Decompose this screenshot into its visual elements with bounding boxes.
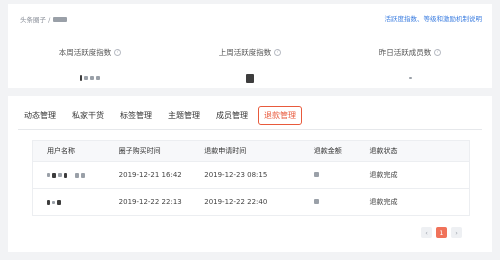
redacted-circle-name (53, 16, 68, 22)
prev-page-button[interactable]: ‹ (421, 227, 432, 238)
stat-value-redacted (170, 73, 330, 83)
stat-label: 昨日活跃成员数 (378, 48, 432, 57)
refund-amount-redacted (304, 198, 370, 206)
tab-topic-management[interactable]: 主题管理 (162, 106, 206, 125)
breadcrumb-label: 头条圈子 / (20, 16, 51, 24)
current-page-button[interactable]: 1 (436, 227, 447, 238)
refund-table: 用户名称 圈子购买时间 退款申请时间 退款金额 退款状态 2019-12-21 … (32, 140, 470, 216)
breadcrumb: 头条圈子 / (20, 14, 68, 24)
column-header-purchase-time: 圈子购买时间 (118, 147, 161, 155)
table-row: 2019-12-21 16:42 2019-12-23 08:15 退款完成 (33, 161, 469, 188)
stats-card: 头条圈子 / 活跃度指数、等级和激励机制说明 本周活跃度指数 ? 上周活跃度指数… (8, 4, 492, 88)
tabs-divider (18, 129, 482, 130)
table-header: 用户名称 圈子购买时间 退款申请时间 退款金额 退款状态 (33, 141, 469, 161)
tab-premium-content[interactable]: 私家干货 (66, 106, 110, 125)
table-row: 2019-12-22 22:13 2019-12-22 22:40 退款完成 (33, 188, 469, 215)
purchase-time: 2019-12-21 16:42 (118, 171, 182, 179)
purchase-time: 2019-12-22 22:13 (118, 198, 182, 206)
help-icon[interactable]: ? (114, 49, 122, 56)
help-icon[interactable]: ? (434, 49, 442, 56)
column-header-refund-amount: 退款金额 (313, 147, 342, 155)
refund-time: 2019-12-22 22:40 (204, 198, 268, 206)
stat-value-redacted (10, 73, 170, 83)
stat-value-redacted (330, 73, 490, 83)
column-header-refund-status: 退款状态 (369, 147, 398, 155)
stat-last-week-activity: 上周活跃度指数 ? (170, 40, 330, 83)
refund-amount-redacted (304, 171, 370, 179)
activity-help-link[interactable]: 活跃度指数、等级和激励机制说明 (385, 13, 483, 23)
management-card: 动态管理 私家干货 标签管理 主题管理 成员管理 退款管理 用户名称 圈子购买时… (8, 96, 492, 252)
stat-yesterday-active-members: 昨日活跃成员数 ? (330, 40, 490, 83)
tab-tag-management[interactable]: 标签管理 (114, 106, 158, 125)
column-header-username: 用户名称 (47, 147, 75, 155)
refund-status: 退款完成 (369, 198, 398, 206)
next-page-button[interactable]: › (451, 227, 462, 238)
pagination: ‹ 1 › (421, 227, 462, 238)
stat-label: 上周活跃度指数 (218, 48, 272, 57)
username-redacted (33, 199, 119, 205)
username-redacted (33, 172, 119, 178)
tab-refund-management[interactable]: 退款管理 (258, 106, 302, 125)
stat-label: 本周活跃度指数 (58, 48, 112, 57)
help-icon[interactable]: ? (274, 49, 282, 56)
tab-feed-management[interactable]: 动态管理 (18, 106, 62, 125)
tab-member-management[interactable]: 成员管理 (210, 106, 254, 125)
refund-status: 退款完成 (369, 171, 398, 179)
management-tabs: 动态管理 私家干货 标签管理 主题管理 成员管理 退款管理 (18, 106, 306, 125)
column-header-refund-request-time: 退款申请时间 (204, 147, 247, 155)
refund-time: 2019-12-23 08:15 (204, 171, 268, 179)
stat-this-week-activity: 本周活跃度指数 ? (10, 40, 170, 83)
